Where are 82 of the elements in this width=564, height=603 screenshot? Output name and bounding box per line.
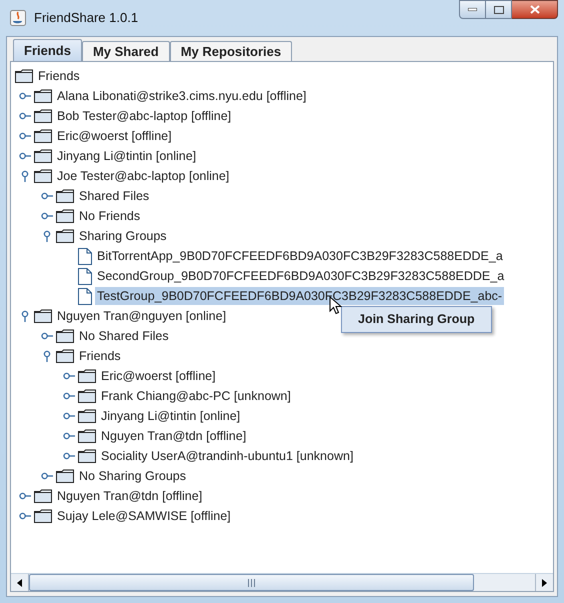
tree-item[interactable]: Sujay Lele@SAMWISE [offline] [55,506,233,526]
folder-icon [34,169,52,183]
folder-icon [78,409,96,423]
maximize-icon [494,6,504,14]
close-button[interactable] [512,0,558,19]
maximize-button[interactable] [486,0,512,19]
folder-icon [34,489,52,503]
tree-item[interactable]: Jinyang Li@tintin [online] [99,406,242,426]
tree-item[interactable]: Frank Chiang@abc-PC [unknown] [99,386,293,406]
expanded-handle-icon[interactable] [41,230,53,242]
scroll-thumb[interactable] [29,574,474,591]
folder-icon [56,209,74,223]
tree-item[interactable]: SecondGroup_9B0D70FCFEEDF6BD9A030FC3B29F3283C588EDDE_a [95,266,506,286]
tree-item[interactable]: Sharing Groups [77,226,169,246]
folder-icon [34,509,52,523]
tree-item[interactable]: No Friends [77,206,142,226]
collapsed-handle-icon[interactable] [63,370,75,382]
minimize-button[interactable] [459,0,486,19]
folder-icon [56,469,74,483]
horizontal-scrollbar[interactable] [11,573,553,591]
document-icon [78,288,92,304]
folder-icon [56,329,74,343]
folder-icon [78,429,96,443]
tab[interactable]: Friends [13,39,82,61]
expanded-handle-icon[interactable] [19,310,31,322]
left-arrow-icon [17,578,22,586]
tree-item[interactable]: Friends [36,66,82,86]
collapsed-handle-icon[interactable] [63,390,75,402]
window-title: FriendShare 1.0.1 [34,9,138,28]
tree-item[interactable]: No Shared Files [77,326,171,346]
folder-icon [78,369,96,383]
tree-item[interactable]: No Sharing Groups [77,466,188,486]
collapsed-handle-icon[interactable] [19,510,31,522]
document-icon [78,268,92,284]
tree-item[interactable]: Eric@woerst [offline] [99,366,218,386]
tree-item[interactable]: Joe Tester@abc-laptop [online] [55,166,232,186]
folder-icon [34,89,52,103]
expanded-handle-icon[interactable] [41,350,53,362]
app-icon [10,10,26,26]
collapsed-handle-icon[interactable] [19,90,31,102]
tree-item[interactable]: Friends [77,346,123,366]
folder-icon [34,149,52,163]
expanded-handle-icon[interactable] [19,170,31,182]
tree-item[interactable]: Sociality UserA@trandinh-ubuntu1 [unknown] [99,446,356,466]
tree-item[interactable]: Jinyang Li@tintin [online] [55,146,198,166]
collapsed-handle-icon[interactable] [63,430,75,442]
tree-item[interactable]: Alana Libonati@strike3.cims.nyu.edu [offline] [55,86,308,106]
collapsed-handle-icon[interactable] [41,190,53,202]
tree-item[interactable]: Bob Tester@abc-laptop [offline] [55,106,234,126]
tree-item[interactable]: TestGroup_9B0D70FCFEEDF6BD9A030FC3B29F3283C588EDDE_abc- [95,286,504,306]
collapsed-handle-icon[interactable] [41,210,53,222]
folder-icon [78,389,96,403]
grip-icon [248,578,255,586]
folder-icon [56,349,74,363]
collapsed-handle-icon[interactable] [19,150,31,162]
right-arrow-icon [542,578,547,586]
folder-icon [34,109,52,123]
tab[interactable]: My Shared [82,41,170,61]
menu-item[interactable]: Join Sharing Group [344,309,489,330]
tree-item[interactable]: Nguyen Tran@nguyen [online] [55,306,228,326]
document-icon [78,248,92,264]
tree-item[interactable]: Eric@woerst [offline] [55,126,174,146]
collapsed-handle-icon[interactable] [41,470,53,482]
minimize-icon [468,8,477,11]
collapsed-handle-icon[interactable] [63,410,75,422]
collapsed-handle-icon[interactable] [19,490,31,502]
close-icon [530,5,540,14]
tree-item[interactable]: Nguyen Tran@tdn [offline] [55,486,204,506]
collapsed-handle-icon[interactable] [41,330,53,342]
folder-icon [78,449,96,463]
tab[interactable]: My Repositories [170,41,292,61]
collapsed-handle-icon[interactable] [63,450,75,462]
collapsed-handle-icon[interactable] [19,130,31,142]
tree-item[interactable]: Nguyen Tran@tdn [offline] [99,426,248,446]
tree-item[interactable]: Shared Files [77,186,152,206]
folder-icon [56,189,74,203]
collapsed-handle-icon[interactable] [19,110,31,122]
tree-item[interactable]: BitTorrentApp_9B0D70FCFEEDF6BD9A030FC3B29F3283C588EDDE_a [95,246,505,266]
folder-icon [56,229,74,243]
folder-icon [34,129,52,143]
folder-icon [15,69,33,83]
folder-icon [34,309,52,323]
